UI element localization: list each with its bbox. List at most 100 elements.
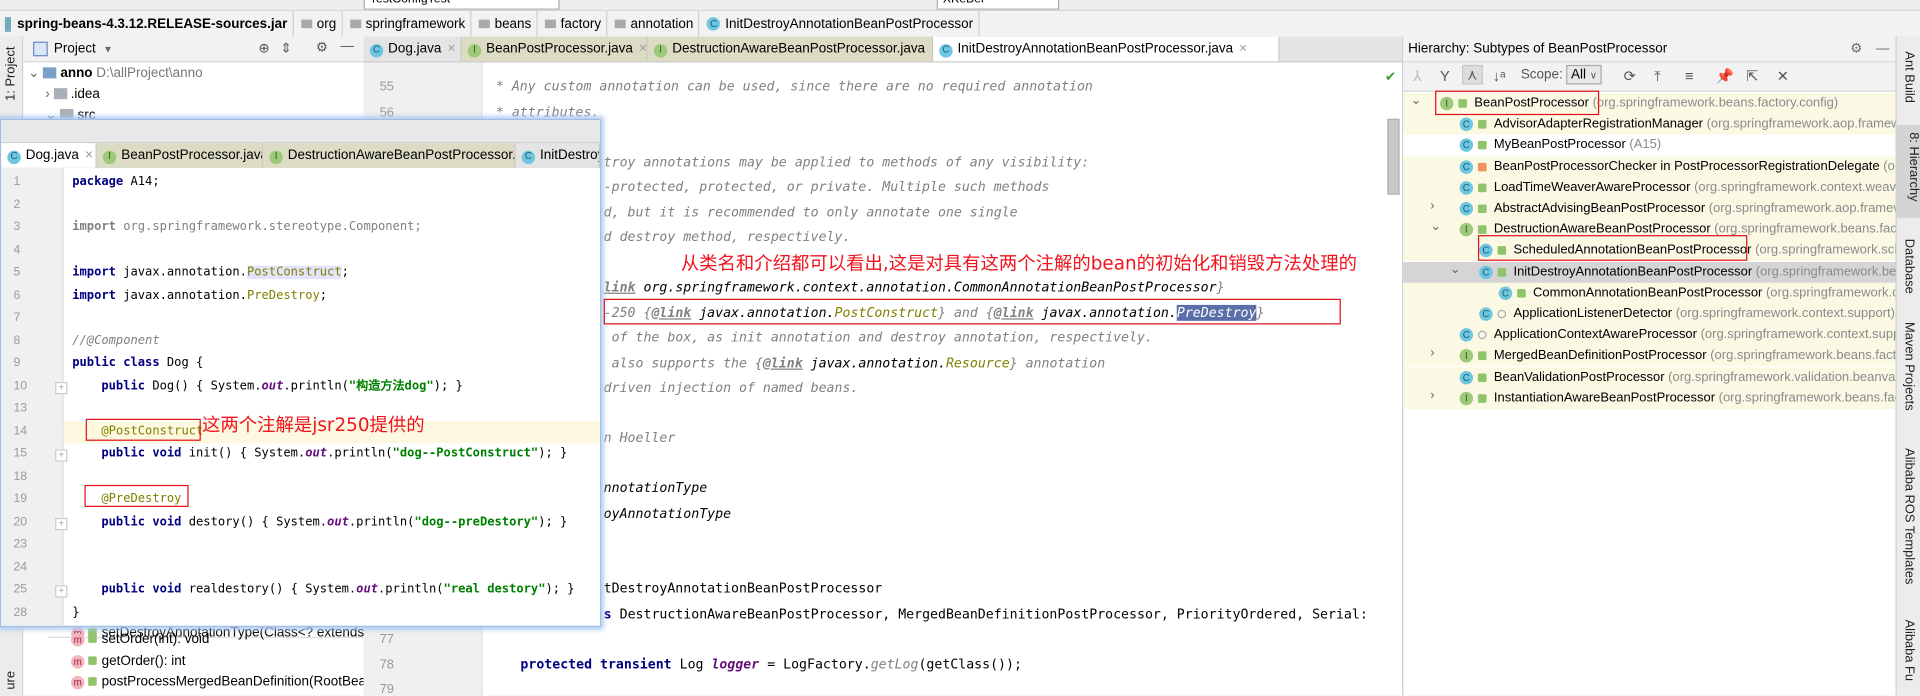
popup-tab[interactable]: IBeanPostProcessor.java×: [96, 143, 264, 168]
class-name: BeanValidationPostProcessor: [1493, 369, 1665, 384]
hierarchy-row[interactable]: C AdvisorAdapterRegistrationManager (org.…: [1403, 114, 1897, 135]
breadcrumb-springframework[interactable]: springframework: [345, 11, 472, 37]
interface-icon: I: [1459, 223, 1474, 237]
chevron-down-icon[interactable]: ⌄: [1411, 93, 1422, 111]
export-icon[interactable]: ⤒: [1654, 67, 1661, 85]
breadcrumb-beans[interactable]: beans: [474, 11, 538, 37]
public-icon: [1477, 183, 1487, 192]
hide-icon[interactable]: —: [340, 39, 353, 54]
structure-item[interactable]: m getOrder(): int: [71, 654, 185, 669]
hierarchy-row[interactable]: ⌄ I BeanPostProcessor (org.springframework…: [1403, 93, 1897, 114]
refresh-icon[interactable]: ⟳: [1624, 67, 1636, 84]
ant-build-tool-button[interactable]: Ant Build: [1902, 51, 1917, 102]
class-icon: C: [706, 17, 721, 31]
chevron-right-icon[interactable]: ›: [1430, 198, 1434, 216]
scope-select[interactable]: All ∨: [1566, 64, 1602, 85]
expand-all-icon[interactable]: ≡: [1685, 67, 1694, 84]
code-token: @link: [762, 354, 803, 371]
sort-alpha-icon[interactable]: ↓ᵃ: [1493, 67, 1506, 84]
editor-scrollbar[interactable]: [1387, 118, 1400, 195]
popup-tab[interactable]: C Dog.java ×: [1, 143, 97, 168]
type-hierarchy-icon[interactable]: ⅄: [1413, 67, 1422, 84]
close-icon[interactable]: ✕: [1777, 67, 1789, 84]
code-token: -250 {: [603, 304, 652, 321]
alibaba-ros-tool-button[interactable]: Alibaba ROS Templates: [1902, 448, 1917, 584]
breadcrumb-class[interactable]: C InitDestroyAnnotationBeanPostProcessor: [702, 11, 980, 37]
gear-icon[interactable]: ⚙: [316, 39, 328, 55]
breadcrumb-jar[interactable]: spring-beans-4.3.12.RELEASE-sources.jar: [0, 11, 294, 37]
class-icon: C: [1459, 370, 1474, 384]
project-tool-button[interactable]: 1: Project: [4, 47, 19, 101]
hierarchy-row[interactable]: C MyBeanPostProcessor (A15): [1403, 135, 1897, 156]
supertypes-icon[interactable]: Y: [1440, 67, 1450, 84]
main-toolbar: TestConfigTest XKeBer: [0, 0, 1920, 12]
private-icon: [1477, 162, 1487, 171]
chevron-right-icon[interactable]: ›: [1430, 388, 1434, 406]
hierarchy-row[interactable]: C BeanValidationPostProcessor (org.spring…: [1403, 366, 1897, 388]
chevron-down-icon[interactable]: ⌄: [28, 66, 39, 81]
tree-item-anno[interactable]: ⌄ anno D:\allProject\anno: [28, 64, 202, 85]
hierarchy-row[interactable]: › I InstantiationAwareBeanPostProcessor (o…: [1403, 387, 1897, 409]
subtypes-icon[interactable]: ⋏: [1462, 64, 1483, 85]
hierarchy-row[interactable]: › C AbstractAdvisingBeanPostProcessor (org…: [1403, 198, 1897, 220]
breadcrumb-org[interactable]: org: [296, 11, 343, 37]
code-line: //@Component: [72, 332, 159, 349]
popup-tab[interactable]: IDestructionAwareBeanPostProcessor.java×: [263, 143, 516, 168]
code-line: public void destory() { System.out.print…: [72, 514, 567, 531]
collapse-icon[interactable]: ⇕: [280, 40, 291, 57]
package-name: (org.springframework.aop.framework: [1706, 116, 1897, 132]
class-name: InstantiationAwareBeanPostProcessor: [1493, 390, 1716, 406]
run-config-select[interactable]: TestConfigTest: [363, 0, 560, 10]
project-view-select[interactable]: Project: [54, 42, 96, 57]
hierarchy-row[interactable]: C BeanPostProcessorChecker in PostProcess…: [1403, 156, 1897, 178]
hierarchy-tool-button[interactable]: 8: Hierarchy: [1896, 124, 1920, 218]
structure-item[interactable]: m setOrder(int): void: [71, 632, 209, 647]
pin-icon[interactable]: 📌: [1716, 67, 1734, 84]
structure-item-label: getOrder(): int: [101, 653, 186, 669]
breadcrumb-factory[interactable]: factory: [540, 11, 608, 37]
chevron-down-icon[interactable]: ▼: [103, 43, 113, 54]
popup-tab-label: Dog.java: [25, 148, 79, 163]
chevron-right-icon[interactable]: ›: [45, 87, 49, 102]
code-token: tDestroyAnnotationBeanPostProcessor: [603, 580, 883, 597]
hierarchy-row[interactable]: C ApplicationContextAwareProcessor (org.s…: [1403, 324, 1897, 346]
open-external-icon[interactable]: ⇱: [1746, 67, 1758, 84]
chevron-right-icon[interactable]: ›: [1430, 346, 1434, 364]
code-token: public class: [72, 356, 160, 370]
maven-projects-tool-button[interactable]: Maven Projects: [1902, 322, 1917, 411]
tree-item-idea[interactable]: › .idea: [45, 84, 100, 105]
package-icon: [478, 19, 490, 29]
dog-java-popup-window[interactable]: C Dog.java × I BeanPostProcessor.java × I Destr…: [0, 118, 602, 627]
gear-icon[interactable]: ⚙: [1850, 37, 1862, 61]
popup-title-bar[interactable]: [1, 120, 601, 144]
popup-tab[interactable]: C InitDestroyAnnota: [515, 143, 601, 168]
code-line: @PreDestroy: [72, 491, 181, 508]
chevron-down-icon[interactable]: ⌄: [1430, 219, 1441, 237]
close-tab-icon[interactable]: ×: [85, 148, 93, 163]
code-line: n Hoeller: [604, 429, 676, 449]
chevron-down-icon[interactable]: ⌄: [1450, 262, 1461, 280]
popup-code[interactable]: package A14; import org.springframework.s…: [1, 168, 601, 626]
breadcrumb-annotation[interactable]: annotation: [610, 11, 700, 37]
hide-icon[interactable]: —: [1876, 37, 1889, 61]
structure-item[interactable]: m postProcessMergedBeanDefinition(RootBea…: [71, 675, 377, 690]
hierarchy-row-text: AbstractAdvisingBeanPostProcessor (org.s…: [1494, 198, 1897, 219]
hierarchy-row[interactable]: ⌄ I DestructionAwareBeanPostProcessor (org…: [1403, 219, 1897, 241]
hierarchy-row[interactable]: C LoadTimeWeaverAwareProcessor (org.sprin…: [1403, 177, 1897, 199]
code-line: of the box, as init annotation and destr…: [604, 328, 1153, 348]
locate-icon[interactable]: ⊕: [258, 40, 269, 57]
user-select[interactable]: XKeBer: [936, 0, 1060, 10]
hierarchy-row[interactable]: C ApplicationListenerDetector (org.spring…: [1403, 303, 1897, 325]
structure-tool-button[interactable]: ure: [4, 671, 19, 690]
hierarchy-row[interactable]: C CommonAnnotationBeanPostProcessor (org.…: [1403, 282, 1897, 304]
package-private-icon: [1477, 330, 1487, 340]
breadcrumb-label: InitDestroyAnnotationBeanPostProcessor: [725, 16, 974, 32]
alibaba-fu-tool-button[interactable]: Alibaba Fu: [1902, 620, 1917, 681]
code-token: -protected, protected, or private. Multi…: [603, 178, 1050, 195]
hierarchy-row[interactable]: C ScheduledAnnotationBeanPostProcessor (o…: [1403, 240, 1897, 262]
database-tool-button[interactable]: Database: [1902, 239, 1917, 294]
hierarchy-row[interactable]: › I MergedBeanDefinitionPostProcessor (org…: [1403, 345, 1897, 367]
structure-item-label: postProcessMergedBeanDefinition(RootBean…: [101, 674, 378, 690]
code-token: Log: [679, 655, 712, 672]
hierarchy-row[interactable]: ⌄ C InitDestroyAnnotationBeanPostProcessor…: [1403, 261, 1897, 283]
